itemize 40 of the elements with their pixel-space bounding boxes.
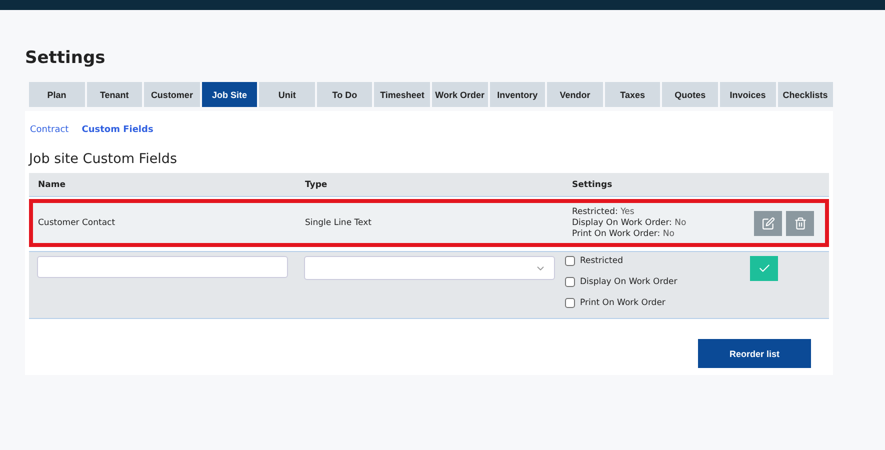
setting-text: Restricted: Yes (572, 207, 636, 217)
setting-text: Print On Work Order: No (572, 229, 676, 239)
column-header: Type (304, 180, 328, 190)
table-cell-text: Customer Contact (37, 218, 116, 228)
tab[interactable]: Invoices (720, 82, 776, 107)
tab[interactable]: Inventory (490, 82, 546, 107)
tab[interactable]: Customer (144, 82, 200, 107)
save-button[interactable] (750, 256, 778, 281)
tab[interactable]: Job Site (202, 82, 258, 107)
tab[interactable]: Checklists (778, 82, 834, 107)
edit-icon (762, 216, 774, 230)
checkbox[interactable] (565, 277, 575, 287)
setting-text: Display On Work Order: No (572, 218, 688, 228)
tab[interactable]: Unit (259, 82, 315, 107)
checkbox-label: Restricted (580, 256, 624, 266)
column-header: Settings (571, 180, 614, 190)
tab[interactable]: To Do (316, 82, 372, 107)
column-header: Name (37, 180, 66, 190)
tab[interactable]: Quotes (662, 82, 718, 107)
section-title: Job site Custom Fields (29, 151, 178, 167)
type-dropdown[interactable] (304, 256, 555, 280)
tab[interactable]: Vendor (547, 82, 603, 107)
name-input-field[interactable] (37, 256, 288, 278)
trash-icon (794, 216, 806, 230)
table-cell-text: Single Line Text (304, 218, 372, 228)
checkbox-label: Print On Work Order (580, 298, 666, 308)
tab[interactable]: Plan (29, 82, 85, 107)
tab[interactable]: Taxes (604, 82, 660, 107)
subtab-link[interactable]: Contract (30, 125, 69, 135)
edit-button[interactable] (754, 210, 782, 236)
checkbox[interactable] (565, 298, 575, 308)
checkbox[interactable] (565, 256, 575, 266)
tab[interactable]: Timesheet (374, 82, 430, 107)
reorder-button[interactable]: Reorder list (698, 339, 811, 368)
checkbox-label: Display On Work Order (580, 277, 678, 287)
delete-button[interactable] (786, 210, 814, 236)
subtab-link[interactable]: Custom Fields (82, 125, 154, 135)
page-title: Settings (25, 48, 106, 68)
tab[interactable]: Work Order (432, 82, 488, 107)
tab[interactable]: Tenant (86, 82, 142, 107)
